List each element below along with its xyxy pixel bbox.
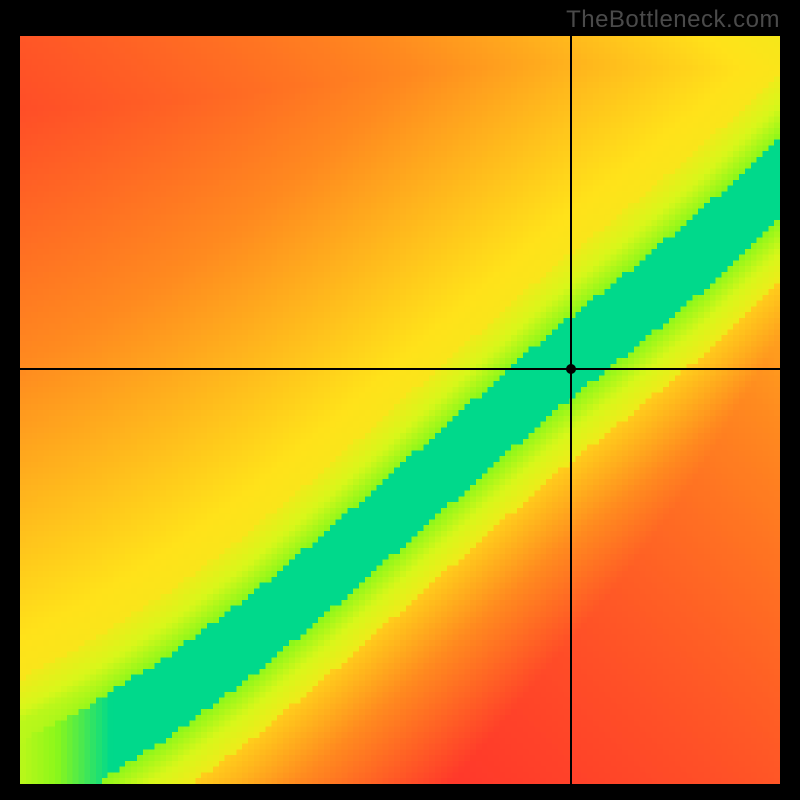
heatmap-canvas [20,36,780,784]
heatmap-plot [20,36,780,784]
watermark-text: TheBottleneck.com [566,6,780,34]
chart-frame: TheBottleneck.com [0,0,800,800]
crosshair-vertical [570,36,572,784]
intersection-marker [566,364,576,374]
crosshair-horizontal [20,368,780,370]
